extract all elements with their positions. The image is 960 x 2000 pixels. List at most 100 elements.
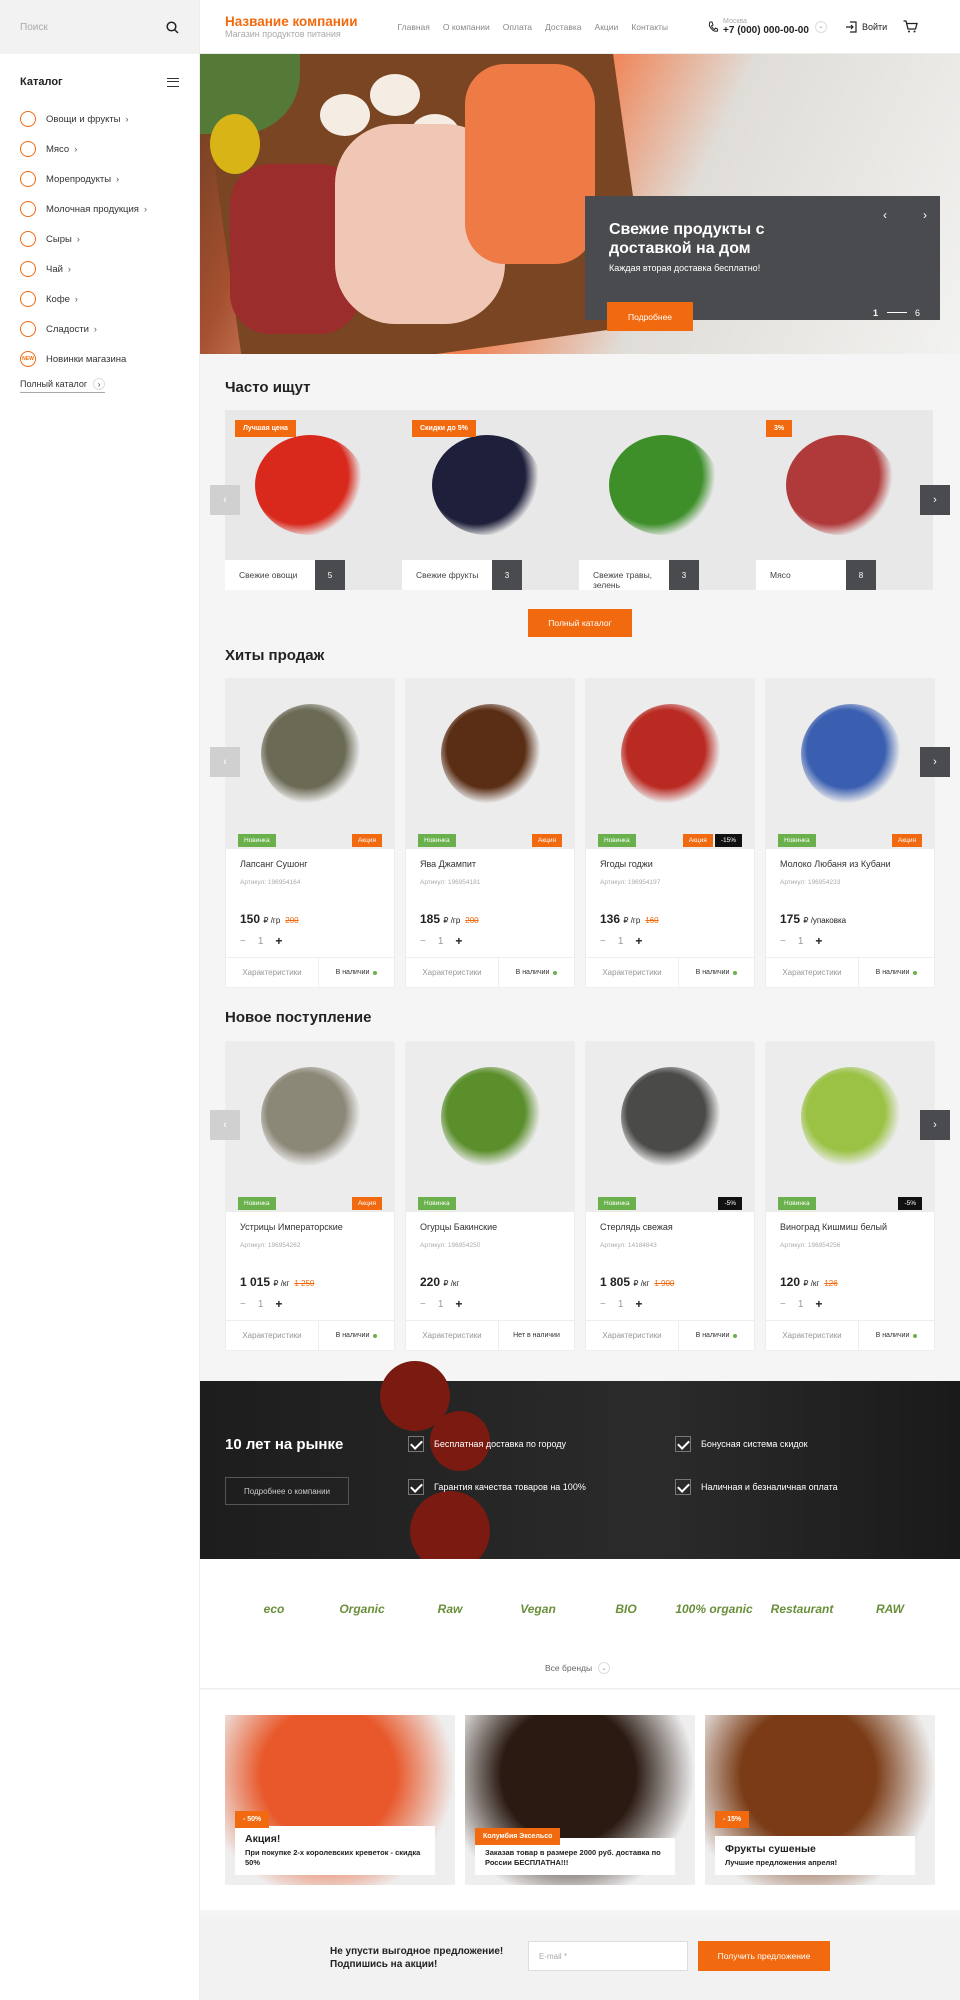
quantity-stepper[interactable]: −1 + xyxy=(240,934,282,948)
product-image-box[interactable]: Новинка xyxy=(406,1042,574,1212)
catalog-item[interactable]: Молочная продукция › xyxy=(0,194,199,224)
next-arrow-icon[interactable]: › xyxy=(920,485,950,515)
all-brands-link[interactable]: Все бренды ⌄ xyxy=(545,1662,611,1674)
brand-logo[interactable]: Raw xyxy=(406,1594,494,1624)
nav-link[interactable]: Акции xyxy=(595,22,619,32)
brand-logo[interactable]: Organic xyxy=(318,1594,406,1624)
full-catalog-link[interactable]: Полный каталог › xyxy=(20,378,106,393)
minus-icon[interactable]: − xyxy=(600,936,606,947)
brand-logo[interactable]: BIO xyxy=(582,1594,670,1624)
category-card[interactable]: Свежие травы, зелень 3 xyxy=(579,410,756,590)
quantity-stepper[interactable]: −1 + xyxy=(780,934,822,948)
catalog-item[interactable]: Чай › xyxy=(0,254,199,284)
characteristics-link[interactable]: Характеристики xyxy=(766,1321,859,1350)
cart-icon[interactable] xyxy=(903,20,918,33)
product-name[interactable]: Стерлядь свежая xyxy=(600,1222,673,1232)
characteristics-link[interactable]: Характеристики xyxy=(406,958,499,987)
search-input[interactable]: Поиск xyxy=(20,22,48,33)
phone-number[interactable]: +7 (000) 000-00-00 xyxy=(723,25,809,36)
quantity-stepper[interactable]: −1 + xyxy=(420,1297,462,1311)
product-name[interactable]: Устрицы Императорские xyxy=(240,1222,343,1232)
brand-logo[interactable]: eco xyxy=(230,1594,318,1624)
plus-icon[interactable]: + xyxy=(815,1297,822,1311)
minus-icon[interactable]: − xyxy=(780,1299,786,1310)
category-card[interactable]: Лучшая цена Свежие овощи 5 xyxy=(225,410,402,590)
product-name[interactable]: Ява Джампит xyxy=(420,859,476,869)
about-button[interactable]: Подробнее о компании xyxy=(225,1477,349,1505)
search-icon[interactable] xyxy=(166,20,179,34)
nav-link[interactable]: О компании xyxy=(443,22,490,32)
product-image-box[interactable]: Новинка -5% xyxy=(586,1042,754,1212)
characteristics-link[interactable]: Характеристики xyxy=(586,1321,679,1350)
product-image-box[interactable]: Новинка Акция xyxy=(406,679,574,849)
hero-button[interactable]: Подробнее xyxy=(607,302,693,331)
nav-link[interactable]: Доставка xyxy=(545,22,582,32)
prev-arrow-icon[interactable]: ‹ xyxy=(210,747,240,777)
full-catalog-button[interactable]: Полный каталог xyxy=(528,609,632,637)
brand-logo[interactable]: Vegan xyxy=(494,1594,582,1624)
plus-icon[interactable]: + xyxy=(275,934,282,948)
characteristics-link[interactable]: Характеристики xyxy=(406,1321,499,1350)
phone-block[interactable]: Москва +7 (000) 000-00-00 ⌄ xyxy=(708,18,827,36)
category-card[interactable]: Скидки до 5% Свежие фрукты 3 xyxy=(402,410,579,590)
search-bar[interactable]: Поиск xyxy=(0,0,199,54)
product-image-box[interactable]: Новинка Акция -15% xyxy=(586,679,754,849)
brand-logo[interactable]: RAW xyxy=(846,1594,934,1624)
catalog-item[interactable]: Овощи и фрукты › xyxy=(0,104,199,134)
nav-link[interactable]: Контакты xyxy=(631,22,668,32)
plus-icon[interactable]: + xyxy=(455,1297,462,1311)
minus-icon[interactable]: − xyxy=(780,936,786,947)
characteristics-link[interactable]: Характеристики xyxy=(226,958,319,987)
brand-logo[interactable]: Restaurant xyxy=(758,1594,846,1624)
minus-icon[interactable]: − xyxy=(600,1299,606,1310)
quantity-stepper[interactable]: −1 + xyxy=(600,1297,642,1311)
catalog-item[interactable]: NEW Новинки магазина xyxy=(0,344,199,374)
product-name[interactable]: Огурцы Бакинские xyxy=(420,1222,497,1232)
promo-banner[interactable]: Акция! При покупке 2-х королевских кревет… xyxy=(225,1715,455,1885)
minus-icon[interactable]: − xyxy=(240,1299,246,1310)
prev-arrow-icon[interactable]: ‹ xyxy=(210,1110,240,1140)
catalog-item[interactable]: Сладости › xyxy=(0,314,199,344)
logo[interactable]: Название компании Магазин продуктов пита… xyxy=(225,14,358,39)
prev-arrow-icon[interactable]: ‹ xyxy=(883,208,887,222)
quantity-stepper[interactable]: −1 + xyxy=(780,1297,822,1311)
characteristics-link[interactable]: Характеристики xyxy=(586,958,679,987)
plus-icon[interactable]: + xyxy=(635,1297,642,1311)
characteristics-link[interactable]: Характеристики xyxy=(226,1321,319,1350)
next-arrow-icon[interactable]: › xyxy=(920,1110,950,1140)
nav-link[interactable]: Оплата xyxy=(503,22,532,32)
product-image-box[interactable]: Новинка -5% xyxy=(766,1042,934,1212)
promo-banner[interactable]: Заказав товар в размере 2000 руб. достав… xyxy=(465,1715,695,1885)
product-image-box[interactable]: Новинка Акция xyxy=(766,679,934,849)
catalog-item[interactable]: Морепродукты › xyxy=(0,164,199,194)
product-image-box[interactable]: Новинка Акция xyxy=(226,679,394,849)
quantity-stepper[interactable]: −1 + xyxy=(420,934,462,948)
next-arrow-icon[interactable]: › xyxy=(920,747,950,777)
promo-banner[interactable]: Фрукты сушеные Лучшие предложения апреля!… xyxy=(705,1715,935,1885)
characteristics-link[interactable]: Характеристики xyxy=(766,958,859,987)
plus-icon[interactable]: + xyxy=(635,934,642,948)
minus-icon[interactable]: − xyxy=(420,1299,426,1310)
product-image-box[interactable]: Новинка Акция xyxy=(226,1042,394,1212)
next-arrow-icon[interactable]: › xyxy=(923,208,927,222)
prev-arrow-icon[interactable]: ‹ xyxy=(210,485,240,515)
subscribe-button[interactable]: Получить предложение xyxy=(698,1941,830,1971)
product-name[interactable]: Виноград Кишмиш белый xyxy=(780,1222,887,1232)
login-button[interactable]: Войти xyxy=(845,20,887,33)
catalog-item[interactable]: Кофе › xyxy=(0,284,199,314)
email-input[interactable]: E-mail * xyxy=(528,1941,688,1971)
product-name[interactable]: Молоко Любаня из Кубани xyxy=(780,859,891,869)
nav-link[interactable]: Главная xyxy=(398,22,430,32)
minus-icon[interactable]: − xyxy=(240,936,246,947)
plus-icon[interactable]: + xyxy=(455,934,462,948)
catalog-item[interactable]: Мясо › xyxy=(0,134,199,164)
plus-icon[interactable]: + xyxy=(815,934,822,948)
product-name[interactable]: Ягоды годжи xyxy=(600,859,653,869)
brand-logo[interactable]: 100% organic xyxy=(670,1594,758,1624)
product-name[interactable]: Лапсанг Сушонг xyxy=(240,859,308,869)
menu-icon[interactable] xyxy=(167,77,179,87)
chevron-down-icon[interactable]: ⌄ xyxy=(814,20,827,33)
category-card[interactable]: 3% Мясо 8 xyxy=(756,410,933,590)
minus-icon[interactable]: − xyxy=(420,936,426,947)
plus-icon[interactable]: + xyxy=(275,1297,282,1311)
